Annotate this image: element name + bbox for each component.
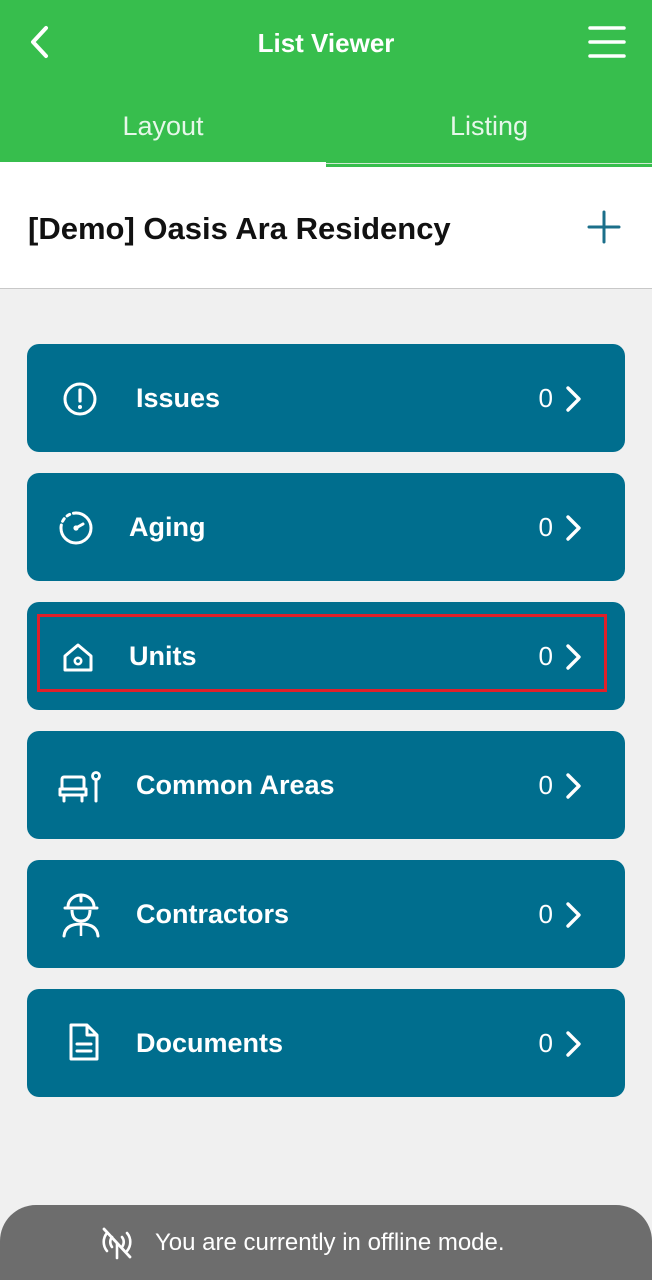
category-card-units[interactable]: Units 0	[27, 602, 625, 710]
category-count: 0	[538, 512, 553, 542]
category-label: Aging	[129, 512, 206, 542]
document-icon	[69, 1023, 99, 1061]
category-count: 0	[538, 1028, 553, 1058]
chevron-right-icon	[566, 1031, 581, 1057]
category-count: 0	[538, 383, 553, 413]
category-count: 0	[538, 770, 553, 800]
category-label: Documents	[136, 1028, 284, 1058]
category-label: Contractors	[136, 899, 290, 929]
chevron-right-icon	[566, 773, 581, 799]
page-title: List Viewer	[257, 28, 395, 58]
aging-clock-icon	[59, 511, 93, 545]
project-name: [Demo] Oasis Ara Residency	[28, 211, 451, 246]
tab-layout[interactable]: Layout	[0, 104, 326, 167]
alert-circle-icon	[63, 382, 97, 416]
category-card-documents[interactable]: Documents 0	[27, 989, 625, 1097]
plus-icon	[587, 210, 621, 244]
category-count: 0	[538, 641, 553, 671]
category-label: Units	[129, 641, 197, 671]
category-card-common-areas[interactable]: Common Areas 0	[27, 731, 625, 839]
project-bar: [Demo] Oasis Ara Residency	[0, 167, 652, 289]
category-card-aging[interactable]: Aging 0	[27, 473, 625, 581]
chevron-right-icon	[566, 386, 581, 412]
app-header: List Viewer Layout Listing	[0, 0, 652, 167]
add-button[interactable]	[584, 207, 624, 247]
tab-layout-label: Layout	[122, 111, 204, 141]
hamburger-menu-icon	[588, 26, 626, 58]
menu-button[interactable]	[588, 22, 626, 62]
tab-divider	[326, 163, 652, 164]
category-label: Common Areas	[136, 770, 335, 800]
chevron-right-icon	[566, 515, 581, 541]
offline-message: You are currently in offline mode.	[155, 1229, 505, 1256]
tab-listing-label: Listing	[449, 111, 529, 141]
common-areas-icon	[58, 771, 101, 803]
category-card-issues[interactable]: Issues 0	[27, 344, 625, 452]
category-card-contractors[interactable]: Contractors 0	[27, 860, 625, 968]
no-signal-icon	[102, 1227, 132, 1260]
home-icon	[63, 643, 93, 672]
chevron-right-icon	[566, 902, 581, 928]
category-label: Issues	[136, 383, 221, 413]
contractor-icon	[62, 893, 100, 938]
category-count: 0	[538, 899, 553, 929]
offline-banner: You are currently in offline mode.	[0, 1205, 652, 1280]
tab-listing[interactable]: Listing	[326, 104, 652, 167]
chevron-right-icon	[566, 644, 581, 670]
